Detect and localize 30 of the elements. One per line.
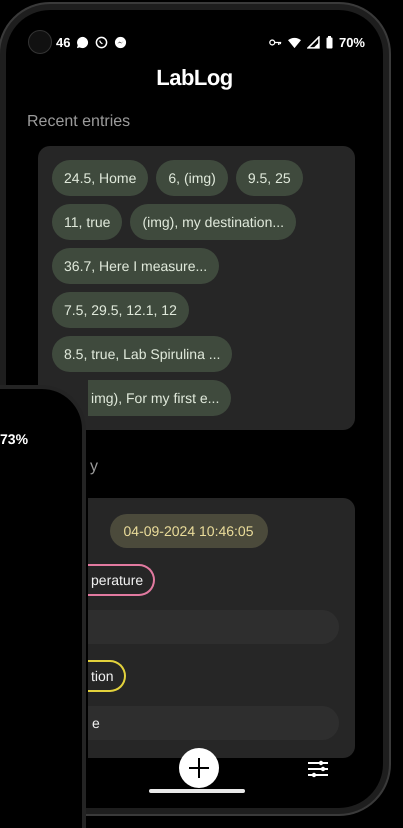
signal-icon — [306, 36, 320, 48]
field-label-tag: perature — [88, 564, 156, 596]
entry-chip[interactable]: 11, true — [52, 204, 122, 240]
phone-bubble-icon — [95, 36, 108, 48]
input-field[interactable] — [88, 610, 339, 644]
timestamp-chip: 04-09-2024 10:46:05 — [110, 514, 268, 548]
section-title: y — [90, 458, 99, 476]
status-time: 46 — [56, 34, 70, 50]
settings-sliders-icon[interactable] — [308, 760, 328, 778]
battery-icon — [326, 36, 333, 48]
battery-percentage: 70% — [338, 34, 365, 50]
wifi-icon — [288, 36, 301, 48]
entry-chip[interactable]: 24.5, Home — [52, 160, 148, 196]
entry-chip[interactable]: (img), my destination... — [130, 204, 296, 240]
entry-chip[interactable]: img), For my first e... — [88, 380, 232, 416]
entry-chip[interactable]: 36.7, Here I measure... — [52, 248, 220, 284]
chat-bubble-icon — [76, 36, 90, 48]
add-button[interactable] — [179, 748, 219, 788]
app-title: LabLog — [155, 65, 234, 91]
entry-chip[interactable]: 8.5, true, Lab Spirulina ... — [52, 336, 232, 372]
camera-icon — [28, 30, 52, 54]
plus-icon — [187, 756, 211, 780]
battery-percentage: 73% — [0, 431, 28, 447]
section-title: Recent entries — [27, 113, 132, 131]
entry-chip[interactable]: 9.5, 25 — [236, 160, 303, 196]
lightning-bubble-icon — [114, 36, 128, 48]
field-label-tag: tion — [88, 660, 126, 692]
entry-chip[interactable]: 7.5, 29.5, 12.1, 12 — [52, 292, 189, 328]
entry-chip[interactable]: 6, (img) — [156, 160, 228, 196]
input-field[interactable]: e — [88, 706, 339, 740]
